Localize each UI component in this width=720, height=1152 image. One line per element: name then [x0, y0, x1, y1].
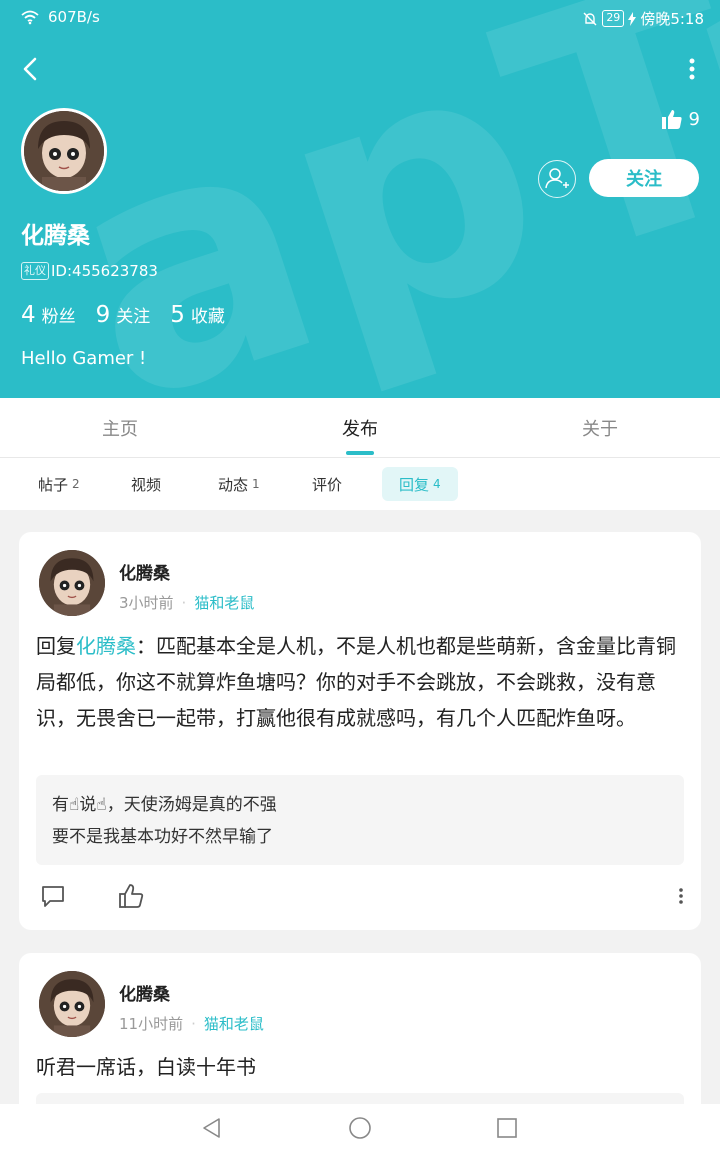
avatar[interactable] — [39, 550, 105, 616]
mention-link[interactable]: 化腾桑 — [76, 634, 136, 658]
reply-content: 回复化腾桑：匹配基本全是人机，不是人机也都是些萌新，含金量比青铜局都低，你这不就… — [36, 628, 688, 736]
subtab-threads-count: 2 — [72, 477, 80, 491]
nav-home-icon[interactable] — [348, 1116, 372, 1140]
post-meta: 11小时前 · 猫和老鼠 — [119, 1013, 264, 1034]
battery-indicator: 29 — [602, 10, 625, 27]
quote-line: 要不是我基本功好不然早输了 — [52, 827, 273, 847]
profile-like-number: 9 — [688, 108, 700, 130]
subtab-reviews[interactable]: 评价 — [295, 467, 359, 501]
subtab-threads-label: 帖子 — [38, 475, 69, 494]
clock: 傍晚5:18 — [640, 10, 704, 28]
meta-separator: · — [181, 593, 187, 612]
stat-fans[interactable]: 4 粉丝 — [21, 302, 76, 328]
reply-card[interactable]: 化腾桑 3小时前 · 猫和老鼠 回复化腾桑：匹配基本全是人机，不是人机也都是些萌… — [19, 532, 701, 930]
tab-about[interactable]: 关于 — [480, 398, 720, 458]
status-right: 29 傍晚5:18 — [582, 8, 704, 29]
subtab-videos-label: 视频 — [131, 475, 162, 494]
stat-following-count: 9 — [95, 302, 111, 328]
reply-prefix: 回复 — [36, 634, 76, 658]
etiquette-badge[interactable]: 礼仪 — [21, 262, 49, 280]
subtab-reviews-label: 评价 — [312, 475, 343, 494]
post-meta: 3小时前 · 猫和老鼠 — [119, 592, 254, 613]
follow-button[interactable]: 关注 — [589, 159, 699, 197]
subtab-replies[interactable]: 回复 4 — [382, 467, 458, 501]
profile-avatar[interactable] — [21, 108, 107, 194]
profile-id: ID:455623783 — [51, 262, 158, 280]
avatar-image — [39, 971, 105, 1037]
stat-fans-label: 粉丝 — [41, 307, 76, 327]
thumbs-up-icon[interactable] — [117, 882, 145, 910]
comment-icon[interactable] — [39, 882, 67, 910]
author-name[interactable]: 化腾桑 — [119, 559, 170, 584]
subtab-moments-label: 动态 — [218, 475, 249, 494]
profile-username: 化腾桑 — [21, 223, 90, 249]
avatar-image — [39, 550, 105, 616]
main-tabs: 主页 发布 关于 — [0, 398, 720, 458]
stat-following[interactable]: 9 关注 — [96, 302, 151, 328]
game-link[interactable]: 猫和老鼠 — [204, 1013, 264, 1034]
stat-favorites[interactable]: 5 收藏 — [170, 302, 225, 328]
tab-home[interactable]: 主页 — [0, 398, 240, 458]
stat-fans-count: 4 — [21, 302, 36, 328]
profile-id-row: 礼仪 ID:455623783 — [21, 262, 158, 280]
mute-bell-icon — [583, 12, 597, 25]
quote-line: 有☝说☝，天使汤姆是真的不强 — [52, 795, 277, 815]
profile-like-count[interactable]: 9 — [661, 108, 700, 130]
profile-stats: 4 粉丝 9 关注 5 收藏 — [21, 302, 225, 328]
status-left: 607B/s — [20, 8, 100, 26]
nav-back-icon[interactable] — [200, 1116, 224, 1140]
tab-posts[interactable]: 发布 — [240, 398, 480, 458]
avatar-image — [24, 111, 104, 191]
more-vertical-icon[interactable] — [667, 882, 695, 910]
profile-bio: Hello Gamer ! — [21, 348, 147, 369]
quoted-comment[interactable]: 有☝说☝，天使汤姆是真的不强 要不是我基本功好不然早输了 — [36, 775, 684, 865]
add-friend-button[interactable] — [538, 160, 576, 198]
nav-recents-icon[interactable] — [495, 1116, 519, 1140]
avatar[interactable] — [39, 971, 105, 1037]
taptap-watermark: apTap — [27, 0, 720, 398]
post-time: 11小时前 — [119, 1015, 184, 1033]
meta-separator: · — [191, 1014, 196, 1033]
stat-favorites-label: 收藏 — [190, 307, 225, 327]
author-name[interactable]: 化腾桑 — [119, 980, 170, 1005]
subtab-moments-count: 1 — [252, 477, 260, 491]
stat-following-label: 关注 — [116, 307, 151, 327]
add-user-icon — [545, 168, 569, 189]
tab-active-indicator — [346, 451, 374, 455]
wifi-icon — [21, 10, 39, 25]
subtab-threads[interactable]: 帖子 2 — [21, 467, 97, 501]
game-link[interactable]: 猫和老鼠 — [194, 592, 254, 613]
status-bar: 607B/s 29 傍晚5:18 — [0, 0, 720, 34]
post-time: 3小时前 — [119, 594, 174, 612]
charging-icon — [628, 11, 637, 26]
stat-favorites-count: 5 — [170, 302, 185, 328]
subtab-replies-count: 4 — [433, 477, 441, 491]
more-vertical-icon[interactable] — [686, 56, 698, 84]
reply-content: 听君一席话，白读十年书 — [36, 1055, 256, 1079]
system-nav-bar — [0, 1104, 720, 1152]
sub-tabs: 帖子 2 视频 动态 1 评价 回复 4 — [0, 458, 720, 510]
thumbs-up-icon — [661, 110, 682, 129]
net-speed: 607B/s — [48, 8, 100, 26]
subtab-videos[interactable]: 视频 — [114, 467, 178, 501]
subtab-replies-label: 回复 — [399, 475, 430, 494]
subtab-moments[interactable]: 动态 1 — [201, 467, 277, 501]
profile-header: apTap 607B/s 29 傍晚5:18 9 关注 化腾桑 礼仪 ID:45… — [0, 0, 720, 398]
card-actions — [19, 882, 701, 922]
back-arrow-icon[interactable] — [16, 54, 46, 84]
